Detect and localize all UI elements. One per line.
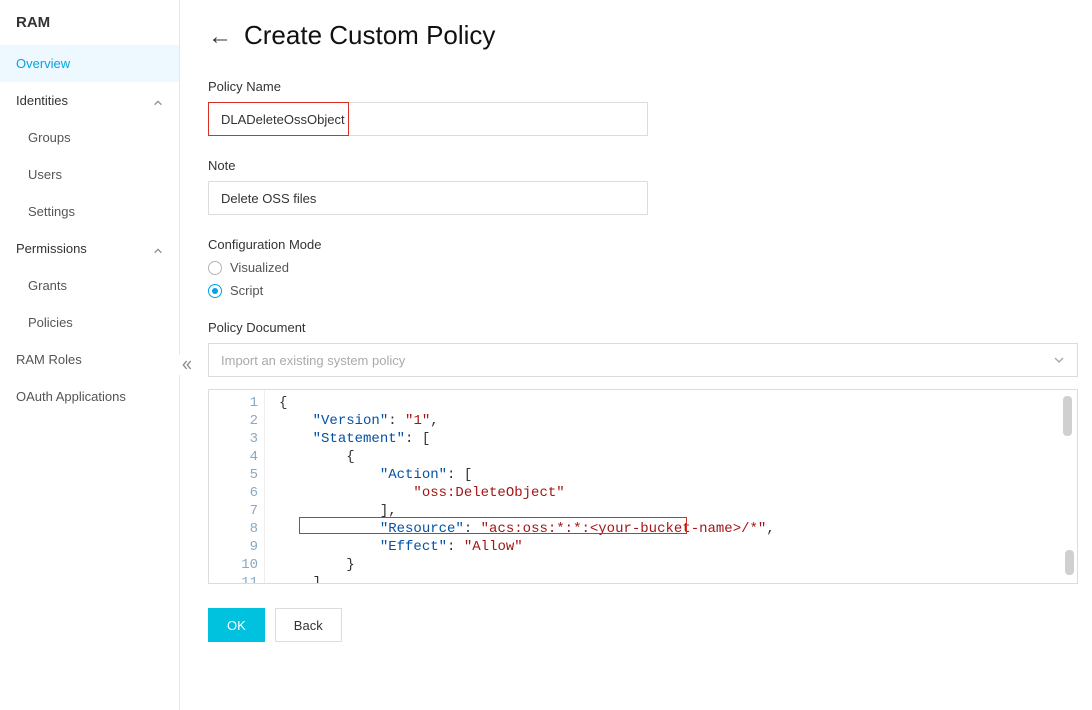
back-arrow-icon[interactable]: ← [208,23,232,49]
page-header: ← Create Custom Policy [208,20,1078,51]
sidebar-item-policies[interactable]: Policies [0,304,179,341]
chevron-up-icon [153,244,163,254]
brand-title: RAM [0,0,179,45]
policy-editor[interactable]: 1234567891011 { "Version": "1", "Stateme… [208,389,1078,584]
ok-button[interactable]: OK [208,608,265,642]
policy-name-input[interactable] [208,102,648,136]
policy-document-group: Policy Document Import an existing syste… [208,320,1078,584]
chevron-down-icon [1053,354,1065,366]
radio-visualized-label: Visualized [230,260,289,275]
radio-script-label: Script [230,283,263,298]
line-number: 2 [209,412,258,430]
line-number: 10 [209,556,258,574]
code-line: } [279,556,1067,574]
code-line: "Effect": "Allow" [279,538,1067,556]
main-content: ← Create Custom Policy Policy Name Note … [180,0,1092,710]
sidebar-section-label: Permissions [16,241,87,256]
editor-code[interactable]: { "Version": "1", "Statement": [ { "Acti… [279,394,1067,584]
policy-document-label: Policy Document [208,320,1078,335]
code-line: ], [279,502,1067,520]
policy-name-label: Policy Name [208,79,1078,94]
line-number: 8 [209,520,258,538]
code-line: "oss:DeleteObject" [279,484,1067,502]
line-number: 11 [209,574,258,584]
code-line: "Statement": [ [279,430,1067,448]
code-line: "Resource": "acs:oss:*:*:<your-bucket-na… [279,520,1067,538]
line-number: 4 [209,448,258,466]
note-label: Note [208,158,1078,173]
policy-name-group: Policy Name [208,79,1078,136]
config-mode-group: Configuration Mode Visualized Script [208,237,1078,298]
code-line: { [279,448,1067,466]
sidebar-item-ram-roles[interactable]: RAM Roles [0,341,179,378]
sidebar-item-oauth-applications[interactable]: OAuth Applications [0,378,179,415]
note-group: Note [208,158,1078,215]
policy-name-highlight [208,102,1078,136]
line-number: 9 [209,538,258,556]
chevron-up-icon [153,96,163,106]
sidebar-section-permissions[interactable]: Permissions [0,230,179,267]
back-button[interactable]: Back [275,608,342,642]
code-line: ] [279,574,1067,584]
radio-visualized[interactable]: Visualized [208,260,1078,275]
nav-list: Overview Identities GroupsUsersSettings Per… [0,45,179,415]
code-line: { [279,394,1067,412]
sidebar-item-users[interactable]: Users [0,156,179,193]
code-line: "Action": [ [279,466,1067,484]
line-number: 5 [209,466,258,484]
line-number: 7 [209,502,258,520]
sidebar-section-identities[interactable]: Identities [0,82,179,119]
config-mode-label: Configuration Mode [208,237,1078,252]
sidebar-item-overview[interactable]: Overview [0,45,179,82]
editor-gutter: 1234567891011 [209,390,265,583]
sidebar-item-groups[interactable]: Groups [0,119,179,156]
page-title: Create Custom Policy [244,20,495,51]
form-actions: OK Back [208,608,1078,642]
import-policy-dropdown[interactable]: Import an existing system policy [208,343,1078,377]
radio-icon [208,261,222,275]
line-number: 1 [209,394,258,412]
radio-icon [208,284,222,298]
sidebar-item-settings[interactable]: Settings [0,193,179,230]
code-line: "Version": "1", [279,412,1067,430]
line-number: 6 [209,484,258,502]
line-number: 3 [209,430,258,448]
note-input[interactable] [208,181,648,215]
radio-script[interactable]: Script [208,283,1078,298]
sidebar-section-label: Identities [16,93,68,108]
sidebar-item-grants[interactable]: Grants [0,267,179,304]
import-policy-placeholder: Import an existing system policy [221,353,405,368]
sidebar: RAM Overview Identities GroupsUsersSetting… [0,0,180,710]
editor-scrollbar[interactable] [1063,396,1075,576]
